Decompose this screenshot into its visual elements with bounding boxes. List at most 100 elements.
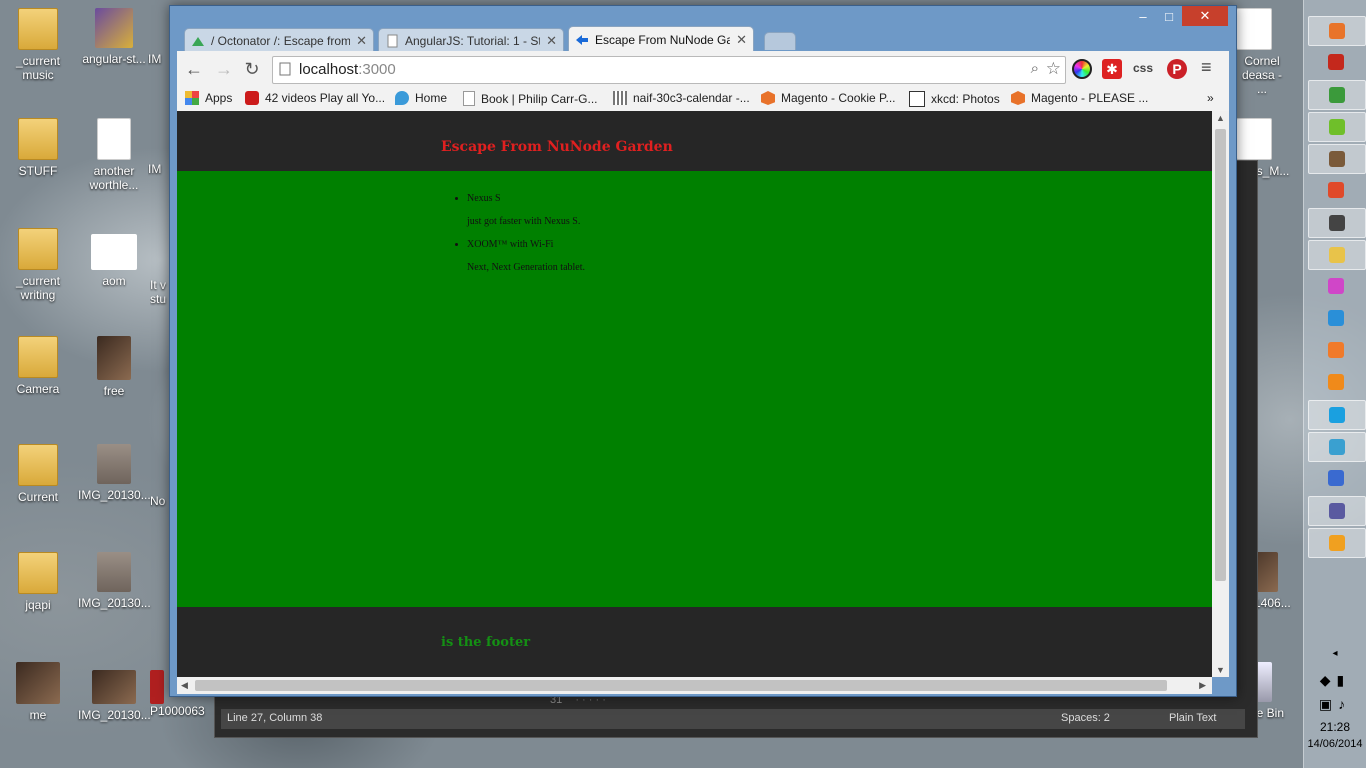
bookmark-magento-please[interactable]: Magento - PLEASE ... bbox=[1011, 91, 1148, 105]
bookmark-magento-cookie[interactable]: Magento - Cookie P... bbox=[761, 91, 896, 105]
bookmark-label: Home bbox=[415, 91, 448, 105]
taskbar-button[interactable] bbox=[1308, 400, 1366, 430]
horizontal-scrollbar[interactable]: ◀ ▶ bbox=[177, 677, 1212, 694]
document-icon bbox=[1236, 118, 1272, 160]
bookmark-xkcd[interactable]: xkcd: Photos bbox=[909, 91, 1000, 107]
new-tab-button[interactable] bbox=[764, 32, 796, 50]
taskbar-button[interactable] bbox=[1308, 496, 1366, 526]
desktop-icon-label: IM bbox=[148, 52, 162, 66]
bookmark-twitter-home[interactable]: Home bbox=[395, 91, 447, 105]
forward-arrow-icon[interactable]: → bbox=[213, 59, 235, 81]
scroll-down-arrow-icon[interactable]: ▼ bbox=[1216, 665, 1225, 675]
maximize-button[interactable]: □ bbox=[1156, 6, 1182, 26]
desktop-icon-free[interactable]: free bbox=[78, 336, 150, 398]
desktop-icon-partial-it[interactable]: It v stu bbox=[150, 278, 170, 306]
back-arrow-icon[interactable]: ← bbox=[183, 59, 205, 81]
utorrent-icon bbox=[1329, 119, 1345, 135]
scroll-up-arrow-icon[interactable]: ▲ bbox=[1216, 113, 1225, 123]
desktop-icon-stuff[interactable]: STUFF bbox=[2, 118, 74, 178]
status-spaces[interactable]: Spaces: 2 bbox=[1061, 712, 1110, 724]
taskbar-button[interactable] bbox=[1308, 208, 1366, 238]
bookmark-apps[interactable]: Apps bbox=[185, 91, 232, 105]
taskbar-button[interactable] bbox=[1308, 304, 1364, 332]
tab-octonator[interactable]: / Octonator /: Escape from ✕ bbox=[184, 28, 374, 52]
desktop-icon-label: Camera bbox=[16, 382, 60, 396]
vertical-scroll-thumb[interactable] bbox=[1215, 129, 1226, 581]
desktop-icon-img-20130-a[interactable]: IMG_20130... bbox=[78, 444, 151, 502]
bookmark-book[interactable]: Book | Philip Carr-G... bbox=[463, 91, 597, 106]
url-port: :3000 bbox=[358, 61, 396, 78]
taskbar-button[interactable] bbox=[1308, 464, 1364, 492]
desktop-icon-cornel[interactable]: Cornel deasa - ... bbox=[1232, 8, 1296, 96]
desktop-icon-img-20130-c[interactable]: IMG_20130... bbox=[78, 670, 151, 722]
desktop-icon-img-partial-2[interactable]: IM bbox=[148, 118, 168, 176]
desktop-icon-current[interactable]: Current bbox=[2, 444, 74, 504]
grid-icon bbox=[1329, 503, 1345, 519]
clock-time[interactable]: 21:28 bbox=[1304, 720, 1366, 734]
desktop-icon-partial-no[interactable]: No bbox=[150, 494, 170, 508]
css-extension-icon[interactable]: css bbox=[1133, 61, 1153, 75]
taskbar-button[interactable] bbox=[1308, 112, 1366, 142]
taskbar-button[interactable] bbox=[1308, 48, 1364, 76]
taskbar-button[interactable] bbox=[1308, 336, 1364, 364]
tray-network-volume-icon[interactable]: ▣♪ bbox=[1304, 696, 1366, 713]
image-icon bbox=[148, 118, 168, 158]
taskbar-button[interactable] bbox=[1308, 16, 1366, 46]
document-icon bbox=[97, 118, 131, 160]
magento-icon bbox=[1011, 91, 1025, 105]
taskbar-button[interactable] bbox=[1308, 432, 1366, 462]
taskbar-button[interactable] bbox=[1308, 176, 1364, 204]
phone-list-item: XOOM™ with Wi-Fi Next, Next Generation t… bbox=[467, 239, 585, 273]
desktop-icon-me[interactable]: me bbox=[2, 662, 74, 722]
desktop-icon-current-writing[interactable]: _current writing bbox=[2, 228, 74, 302]
close-window-button[interactable]: ✕ bbox=[1182, 6, 1228, 26]
desktop-icon-label: le Bin bbox=[1254, 706, 1285, 720]
address-bar[interactable]: localhost:3000 ⌕ ☆ bbox=[272, 56, 1066, 84]
minimize-button[interactable]: – bbox=[1130, 6, 1156, 26]
taskbar-button[interactable] bbox=[1308, 368, 1364, 396]
taskbar-button[interactable] bbox=[1308, 240, 1366, 270]
desktop-icon-current-music[interactable]: _current music bbox=[2, 8, 74, 82]
tray-expand-icon[interactable]: ◂ bbox=[1304, 648, 1366, 659]
taskbar-button[interactable] bbox=[1308, 528, 1366, 558]
tab-angularjs[interactable]: AngularJS: Tutorial: 1 - Sta ✕ bbox=[378, 28, 564, 52]
taskbar-button[interactable] bbox=[1308, 80, 1366, 110]
tab-close-icon[interactable]: ✕ bbox=[736, 32, 747, 48]
pinterest-extension-icon[interactable]: P bbox=[1167, 59, 1187, 79]
bookmarks-overflow-button[interactable]: » bbox=[1207, 91, 1214, 105]
bookmark-label: Magento - PLEASE ... bbox=[1031, 91, 1149, 105]
desktop-icon-aom[interactable]: aom bbox=[78, 234, 150, 288]
phone-snippet: Next, Next Generation tablet. bbox=[467, 262, 586, 273]
bookmark-youtube[interactable]: 42 videos Play all Yo... bbox=[245, 91, 385, 105]
desktop-icon-another-worthless[interactable]: another worthle... bbox=[78, 118, 150, 192]
bookmark-calendar[interactable]: naif-30c3-calendar -... bbox=[613, 91, 750, 105]
scroll-left-arrow-icon[interactable]: ◀ bbox=[181, 680, 188, 691]
tab-close-icon[interactable]: ✕ bbox=[356, 33, 367, 49]
color-picker-extension-icon[interactable] bbox=[1072, 59, 1092, 79]
desktop-icon-img-20130-b[interactable]: IMG_20130... bbox=[78, 552, 151, 610]
sublime-status-bar: Line 27, Column 38 Spaces: 2 Plain Text bbox=[221, 709, 1245, 729]
star-icon[interactable]: ☆ bbox=[1046, 59, 1061, 79]
image-icon bbox=[16, 662, 60, 704]
menu-icon[interactable]: ≡ bbox=[1201, 57, 1212, 78]
tray-dropbox-icon[interactable]: ◆▮ bbox=[1304, 672, 1366, 689]
tab-close-icon[interactable]: ✕ bbox=[546, 33, 557, 49]
horizontal-scroll-thumb[interactable] bbox=[195, 680, 1167, 691]
terminal-icon bbox=[1329, 151, 1345, 167]
status-syntax[interactable]: Plain Text bbox=[1169, 712, 1217, 724]
search-icon[interactable]: ⌕ bbox=[1031, 60, 1039, 77]
scroll-right-arrow-icon[interactable]: ▶ bbox=[1199, 680, 1206, 691]
vertical-scrollbar[interactable]: ▲ ▼ bbox=[1212, 111, 1229, 677]
desktop-icon-img-partial[interactable]: IM bbox=[148, 8, 168, 66]
desktop-icon-angular[interactable]: angular-st... bbox=[78, 8, 150, 66]
clock-date[interactable]: 14/06/2014 bbox=[1304, 738, 1366, 750]
taskbar-button[interactable] bbox=[1308, 144, 1366, 174]
xampp-icon bbox=[1328, 342, 1344, 358]
lastpass-extension-icon[interactable]: ✱ bbox=[1102, 59, 1122, 79]
reload-icon[interactable]: ↻ bbox=[241, 59, 263, 81]
desktop-icon-jqapi[interactable]: jqapi bbox=[2, 552, 74, 612]
desktop-icon-camera[interactable]: Camera bbox=[2, 336, 74, 396]
document-icon bbox=[1236, 8, 1272, 50]
tab-escape-nunode[interactable]: Escape From NuNode Gar ✕ bbox=[568, 26, 754, 52]
taskbar-button[interactable] bbox=[1308, 272, 1364, 300]
